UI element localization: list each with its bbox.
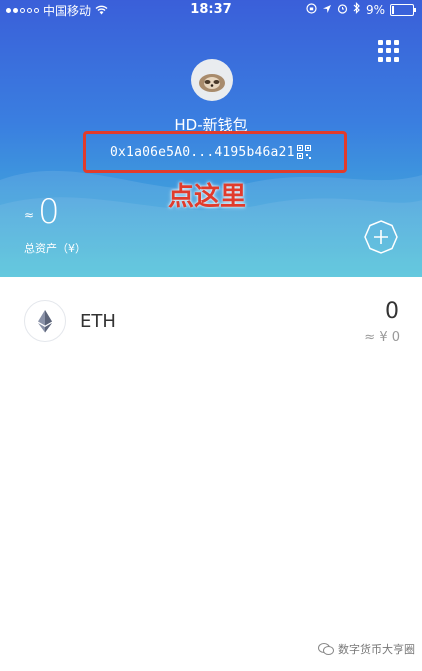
qr-code-icon[interactable] bbox=[297, 145, 311, 159]
watermark: 数字货币大亨圈 bbox=[318, 641, 415, 657]
avatar[interactable] bbox=[191, 59, 233, 101]
annotation-click-here: 点这里 bbox=[168, 182, 247, 212]
alarm-icon bbox=[337, 3, 348, 17]
lock-rotation-icon bbox=[306, 2, 317, 17]
add-token-button[interactable] bbox=[364, 220, 398, 254]
status-bar: 中国移动 18:37 9% bbox=[0, 0, 422, 20]
approx-sign: ≈ bbox=[24, 208, 35, 222]
battery-percent: 9% bbox=[365, 2, 385, 17]
total-assets-value: 0 bbox=[38, 192, 60, 232]
location-icon bbox=[322, 3, 332, 17]
wechat-icon bbox=[318, 643, 334, 655]
wallet-header: 中国移动 18:37 9% HD-新钱包 0x1a06e5A0...4195b4… bbox=[0, 0, 422, 277]
wallet-address[interactable]: 0x1a06e5A0...4195b46a21 bbox=[110, 145, 295, 160]
sloth-avatar-icon bbox=[199, 74, 225, 92]
watermark-text: 数字货币大亨圈 bbox=[338, 643, 415, 656]
token-row-eth[interactable]: ETH 0 ≈ ¥ 0 bbox=[0, 282, 422, 362]
menu-grid-button[interactable] bbox=[378, 40, 400, 62]
total-assets-label: 总资产（¥） bbox=[24, 242, 86, 255]
battery-icon bbox=[390, 3, 416, 16]
token-fiat-value: ≈ ¥ 0 bbox=[364, 330, 400, 345]
eth-token-icon bbox=[24, 300, 66, 342]
bluetooth-icon bbox=[353, 2, 361, 17]
token-amount: 0 bbox=[385, 299, 399, 324]
token-symbol: ETH bbox=[80, 311, 116, 332]
